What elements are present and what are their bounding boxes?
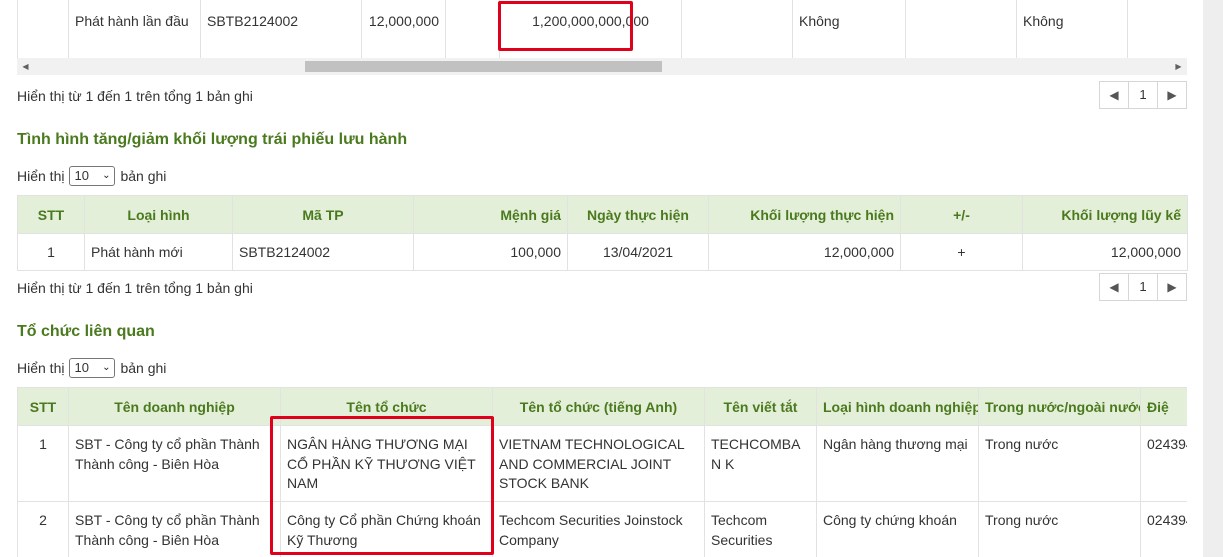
volume-section-title: Tình hình tăng/giảm khối lượng trái phiế… [17, 131, 408, 148]
cell-abbrev: TECHCOMBAN K [704, 425, 817, 502]
cell-type: Phát hành mới [84, 233, 233, 271]
records-label: bản ghi [120, 168, 167, 184]
table-row: Phát hành lần đầu SBTB2124002 12,000,000… [17, 0, 1187, 58]
volume-page-size-control: Hiển thị 10 ⌄ bản ghi [17, 166, 166, 186]
cell-stt: 1 [17, 425, 69, 502]
cell-company: SBT - Công ty cổ phần Thành Thành công -… [68, 425, 281, 502]
col-header[interactable]: Loại hình [84, 195, 233, 234]
col-header[interactable]: Tên doanh nghiệp [68, 387, 281, 426]
col-header[interactable]: Tên tổ chức [280, 387, 493, 426]
page-size-value: 10 [74, 360, 89, 375]
cell-org-name: NGÂN HÀNG THƯƠNG MẠI CỔ PHẦN KỸ THƯƠNG V… [280, 425, 493, 502]
next-page-icon[interactable]: ▶ [1158, 82, 1186, 108]
flag-b: Không [1016, 0, 1128, 58]
page-size-value: 10 [74, 168, 89, 183]
next-page-icon[interactable]: ▶ [1158, 274, 1186, 300]
scroll-thumb[interactable] [305, 61, 662, 72]
col-header[interactable]: Khối lượng lũy kế [1022, 195, 1188, 234]
cell-stt: 1 [17, 233, 85, 271]
cell-domestic: Trong nước [978, 501, 1141, 557]
table-row: 1 Phát hành mới SBTB2124002 100,000 13/0… [17, 233, 1188, 271]
bond-detail-page: Phát hành lần đầu SBTB2124002 12,000,000… [0, 0, 1203, 557]
col-header[interactable]: Trong nước/ngoài nước [978, 387, 1141, 426]
volume-record-info: Hiển thị từ 1 đến 1 trên tổng 1 bản ghi [17, 280, 253, 296]
volume-pager: ◀ 1 ▶ [1099, 273, 1187, 301]
show-label: Hiển thị [17, 360, 65, 376]
org-page-size-control: Hiển thị 10 ⌄ bản ghi [17, 358, 166, 378]
volume-table: STT Loại hình Mã TP Mệnh giá Ngày thực h… [17, 195, 1188, 271]
col-header[interactable]: Mã TP [232, 195, 414, 234]
col-header[interactable]: Điệ [1140, 387, 1187, 426]
cell-company: SBT - Công ty cổ phần Thành Thành công -… [68, 501, 281, 557]
prev-page-icon[interactable]: ◀ [1100, 274, 1128, 300]
page-size-select[interactable]: 10 ⌄ [69, 358, 116, 378]
prev-page-icon[interactable]: ◀ [1100, 82, 1128, 108]
col-header[interactable]: Loại hình doanh nghiệp [816, 387, 979, 426]
cell-org-name: Công ty Cổ phần Chứng khoán Kỹ Thương [280, 501, 493, 557]
page-size-select[interactable]: 10 ⌄ [69, 166, 116, 186]
table-row: 1 SBT - Công ty cổ phần Thành Thành công… [17, 425, 1187, 502]
issuance-record-info: Hiển thị từ 1 đến 1 trên tổng 1 bản ghi [17, 88, 253, 104]
cell-cumulative: 12,000,000 [1022, 233, 1188, 271]
cell-date: 13/04/2021 [567, 233, 709, 271]
issuance-table-viewport: Phát hành lần đầu SBTB2124002 12,000,000… [17, 0, 1187, 58]
issuance-pager: ◀ 1 ▶ [1099, 81, 1187, 109]
org-table-viewport: STT Tên doanh nghiệp Tên tổ chức Tên tổ … [17, 387, 1187, 557]
records-label: bản ghi [120, 360, 167, 376]
cell-org-name-en: Techcom Securities Joinstock Company [492, 501, 705, 557]
issued-value: 1,200,000,000,000 [499, 0, 682, 58]
col-header[interactable]: Khối lượng thực hiện [708, 195, 901, 234]
col-header[interactable]: Mệnh giá [413, 195, 568, 234]
col-header[interactable]: Tên viết tắt [704, 387, 817, 426]
page-number[interactable]: 1 [1128, 274, 1158, 300]
flag-a: Không [792, 0, 906, 58]
show-label: Hiển thị [17, 168, 65, 184]
chevron-down-icon: ⌄ [102, 362, 111, 373]
horizontal-scrollbar[interactable]: ◀ ▶ [17, 58, 1187, 75]
page-number[interactable]: 1 [1128, 82, 1158, 108]
cell-phone: 024394 [1140, 501, 1187, 557]
cell-volume: 12,000,000 [708, 233, 901, 271]
cell-business-type: Công ty chứng khoán [816, 501, 979, 557]
col-header[interactable]: STT [17, 387, 69, 426]
table-header-row: STT Tên doanh nghiệp Tên tổ chức Tên tổ … [17, 387, 1187, 426]
cell-domestic: Trong nước [978, 425, 1141, 502]
cell-abbrev: Techcom Securities [704, 501, 817, 557]
cell-org-name-en: VIETNAM TECHNOLOGICAL AND COMMERCIAL JOI… [492, 425, 705, 502]
cell-code: SBTB2124002 [232, 233, 414, 271]
cell-stt: 2 [17, 501, 69, 557]
table-header-row: STT Loại hình Mã TP Mệnh giá Ngày thực h… [17, 195, 1188, 234]
issuance-type: Phát hành lần đầu [68, 0, 201, 58]
chevron-down-icon: ⌄ [102, 170, 111, 181]
bond-code: SBTB2124002 [200, 0, 362, 58]
cell-phone: 024394 [1140, 425, 1187, 502]
col-header[interactable]: +/- [900, 195, 1023, 234]
issued-quantity: 12,000,000 [361, 0, 446, 58]
cell-business-type: Ngân hàng thương mại [816, 425, 979, 502]
page-gutter [1203, 0, 1223, 557]
col-header[interactable]: STT [17, 195, 85, 234]
cell-sign: + [900, 233, 1023, 271]
cell-par-value: 100,000 [413, 233, 568, 271]
scroll-right-icon[interactable]: ▶ [1170, 58, 1187, 75]
col-header[interactable]: Tên tổ chức (tiếng Anh) [492, 387, 705, 426]
issuance-table: Phát hành lần đầu SBTB2124002 12,000,000… [17, 0, 1187, 58]
org-table: STT Tên doanh nghiệp Tên tổ chức Tên tổ … [17, 387, 1187, 557]
col-header[interactable]: Ngày thực hiện [567, 195, 709, 234]
scroll-left-icon[interactable]: ◀ [17, 58, 34, 75]
table-row: 2 SBT - Công ty cổ phần Thành Thành công… [17, 501, 1187, 557]
org-section-title: Tổ chức liên quan [17, 323, 155, 340]
